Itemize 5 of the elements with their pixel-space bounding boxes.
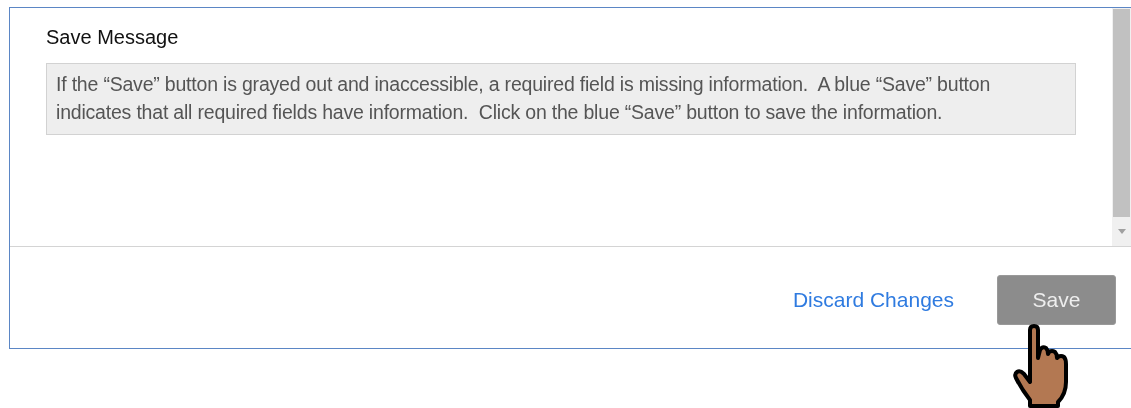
section-title: Save Message [46, 26, 180, 49]
message-box: If the “Save” button is grayed out and inaccessible, a required field is missing information. A blue “Save” button indicates that all required fields have information. Click on the blue “Save” button to save the information. [46, 63, 1076, 135]
scrollbar[interactable] [1112, 8, 1131, 246]
scroll-down-icon[interactable] [1116, 227, 1127, 235]
discard-changes-link[interactable]: Discard Changes [792, 287, 954, 312]
